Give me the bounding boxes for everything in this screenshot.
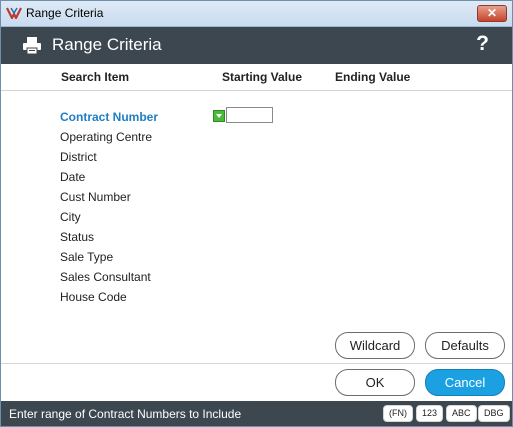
divider <box>1 363 512 364</box>
window-title: Range Criteria <box>26 6 104 20</box>
column-header-ending-value: Ending Value <box>335 70 411 84</box>
close-button[interactable]: ✕ <box>477 5 507 22</box>
search-item-operating-centre[interactable]: Operating Centre <box>60 130 152 144</box>
column-header-starting-value: Starting Value <box>222 70 303 84</box>
printer-icon <box>23 37 41 54</box>
search-item-district[interactable]: District <box>60 150 97 164</box>
range-criteria-window: Range Criteria ✕ Range Criteria ? Search… <box>0 0 513 427</box>
status-tag-fn[interactable]: (FN) <box>383 405 413 422</box>
starting-value-input[interactable] <box>226 107 273 123</box>
status-message: Enter range of Contract Numbers to Inclu… <box>9 407 242 421</box>
status-tag-dbg[interactable]: DBG <box>478 405 510 422</box>
status-bar: Enter range of Contract Numbers to Inclu… <box>1 401 512 426</box>
status-tag-abc[interactable]: ABC <box>446 405 477 422</box>
status-tag-123[interactable]: 123 <box>416 405 444 422</box>
dialog-title: Range Criteria <box>52 35 162 54</box>
search-item-contract-number[interactable]: Contract Number <box>60 110 158 124</box>
column-headers: Search Item Starting Value Ending Value <box>1 64 512 91</box>
search-item-house-code[interactable]: House Code <box>60 290 127 304</box>
search-item-sales-consultant[interactable]: Sales Consultant <box>60 270 151 284</box>
dialog-header: Range Criteria ? <box>1 27 512 64</box>
search-item-city[interactable]: City <box>60 210 81 224</box>
search-item-cust-number[interactable]: Cust Number <box>60 190 131 204</box>
ok-button[interactable]: OK <box>335 369 415 396</box>
app-logo-icon <box>6 7 22 20</box>
title-bar: Range Criteria ✕ <box>1 1 512 27</box>
search-item-sale-type[interactable]: Sale Type <box>60 250 113 264</box>
wildcard-button[interactable]: Wildcard <box>335 332 415 359</box>
defaults-button[interactable]: Defaults <box>425 332 505 359</box>
help-button[interactable]: ? <box>476 32 489 56</box>
column-header-search-item: Search Item <box>61 70 130 84</box>
search-item-date[interactable]: Date <box>60 170 85 184</box>
cancel-button[interactable]: Cancel <box>425 369 505 396</box>
dropdown-arrow-icon[interactable] <box>213 110 225 122</box>
search-item-status[interactable]: Status <box>60 230 94 244</box>
